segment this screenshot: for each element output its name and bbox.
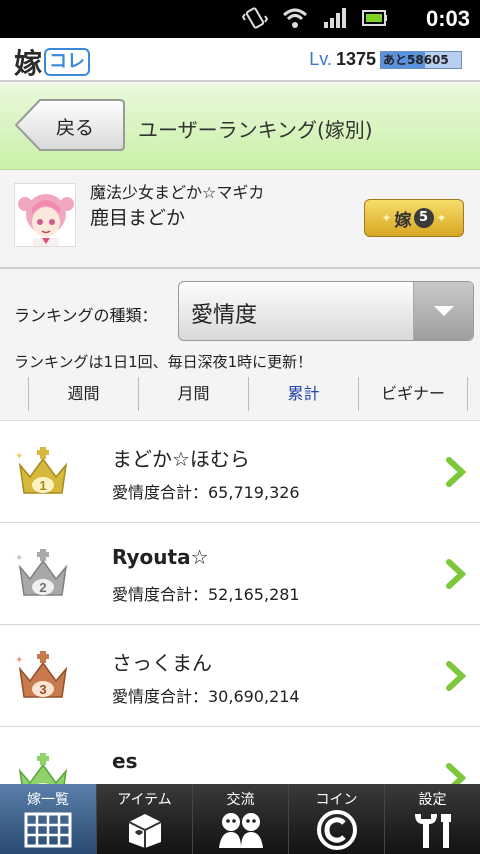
update-notice: ランキングは1日1回、毎日深夜1時に更新！ (14, 353, 313, 371)
nav-label: 交流 (226, 792, 255, 808)
gift-box-icon (128, 814, 162, 848)
rank-number: 2 (39, 580, 46, 595)
badge-text: 嫁 (394, 210, 412, 231)
wifi-icon (282, 8, 308, 28)
rank-number: 3 (39, 682, 46, 697)
chevron-down-icon[interactable] (413, 282, 473, 340)
level-display: Lv. 1375 (309, 49, 376, 70)
bride-level-badge: ✦ 嫁 5 ✦ (364, 199, 464, 237)
tools-icon (415, 814, 451, 848)
app-header: 嫁 コレ Lv. 1375 あと58605 (0, 38, 480, 82)
level-label: Lv. (309, 49, 332, 69)
silver-crown-icon: 2 ✦ (15, 549, 68, 596)
chevron-right-icon (446, 559, 466, 589)
sparkle-icon: ✦ (436, 211, 447, 225)
ranking-type-value: 愛情度 (191, 303, 258, 328)
tab-weekly[interactable]: 週間 (28, 377, 138, 411)
sparkle-icon: ✦ (15, 655, 23, 666)
coin-icon (317, 810, 357, 850)
chevron-right-icon (446, 763, 466, 784)
user-score: 愛情度合計：30,690,214 (112, 687, 300, 706)
status-icons (242, 6, 388, 30)
ranking-row[interactable]: 4 es (0, 727, 480, 784)
level-value: 1375 (335, 49, 376, 69)
gold-crown-icon: 1 ✦ (15, 447, 68, 494)
ranking-row[interactable]: 1 ✦ まどか☆ほむら 愛情度合計：65,719,326 (0, 421, 480, 523)
tab-beginner[interactable]: ビギナー (358, 377, 468, 411)
clock: 0:03 (425, 6, 470, 31)
tab-monthly[interactable]: 月間 (138, 377, 248, 411)
bottom-nav: 嫁一覧 アイテム 交流 コイン 設定 (0, 784, 480, 854)
ranking-list: 1 ✦ まどか☆ほむら 愛情度合計：65,719,326 2 ✦ Ryouta☆… (0, 420, 480, 784)
user-name: まどか☆ほむら (112, 447, 250, 471)
bronze-crown-icon: 3 ✦ (15, 651, 68, 698)
character-avatar (14, 183, 76, 247)
exp-bar: あと58605 (380, 51, 462, 69)
sparkle-icon: ✦ (15, 553, 23, 564)
ranking-type-select[interactable]: 愛情度 (178, 281, 474, 341)
grid-icon (24, 812, 72, 848)
nav-label: 嫁一覧 (27, 792, 69, 808)
nav-exchange[interactable]: 交流 (192, 784, 288, 854)
nav-label: 設定 (418, 792, 447, 808)
nav-coin[interactable]: コイン (288, 784, 384, 854)
sparkle-icon: ✦ (381, 211, 392, 225)
user-name: es (112, 749, 138, 773)
user-score: 愛情度合計：52,165,281 (112, 585, 300, 604)
people-icon (219, 813, 263, 848)
back-button-label: 戻る (56, 117, 95, 139)
vibrate-icon (242, 7, 268, 29)
nav-items[interactable]: アイテム (96, 784, 192, 854)
ranking-type-label: ランキングの種類： (14, 306, 158, 325)
period-tabs: 週間 月間 累計 ビギナー (28, 377, 468, 411)
character-name: 鹿目まどか (90, 207, 186, 229)
character-section: 魔法少女まどか☆マギカ 鹿目まどか ✦ 嫁 5 ✦ (0, 171, 480, 269)
nav-bride-list[interactable]: 嫁一覧 (0, 784, 96, 854)
tab-total[interactable]: 累計 (248, 377, 358, 411)
chevron-right-icon (446, 661, 466, 691)
nav-settings[interactable]: 設定 (384, 784, 480, 854)
badge-number: 5 (413, 208, 434, 228)
page-title: ユーザーランキング(嫁別) (138, 118, 373, 142)
series-name: 魔法少女まどか☆マギカ (90, 183, 265, 202)
user-score: 愛情度合計：65,719,326 (112, 483, 300, 502)
user-name: Ryouta☆ (112, 545, 209, 569)
green-crown-icon: 4 (18, 753, 68, 784)
signal-icon (324, 8, 346, 28)
ranking-row[interactable]: 2 ✦ Ryouta☆ 愛情度合計：52,165,281 (0, 523, 480, 625)
logo-text: 嫁 (14, 47, 43, 80)
battery-icon (362, 10, 387, 26)
nav-label: コイン (315, 792, 358, 808)
nav-label: アイテム (117, 792, 172, 808)
status-bar: 0:03 (0, 0, 480, 38)
sparkle-icon: ✦ (15, 451, 23, 462)
app-logo[interactable]: 嫁 コレ (14, 42, 91, 82)
title-bar: 戻る ユーザーランキング(嫁別) (0, 84, 480, 170)
user-name: さっくまん (112, 651, 212, 675)
rank-number: 1 (39, 478, 46, 493)
chevron-right-icon (446, 457, 466, 487)
ranking-row[interactable]: 3 ✦ さっくまん 愛情度合計：30,690,214 (0, 625, 480, 727)
exp-remaining: あと58605 (383, 53, 449, 67)
logo-mark: コレ (44, 48, 91, 76)
back-button[interactable]: 戻る (14, 98, 126, 152)
avatar-illustration (15, 184, 75, 246)
